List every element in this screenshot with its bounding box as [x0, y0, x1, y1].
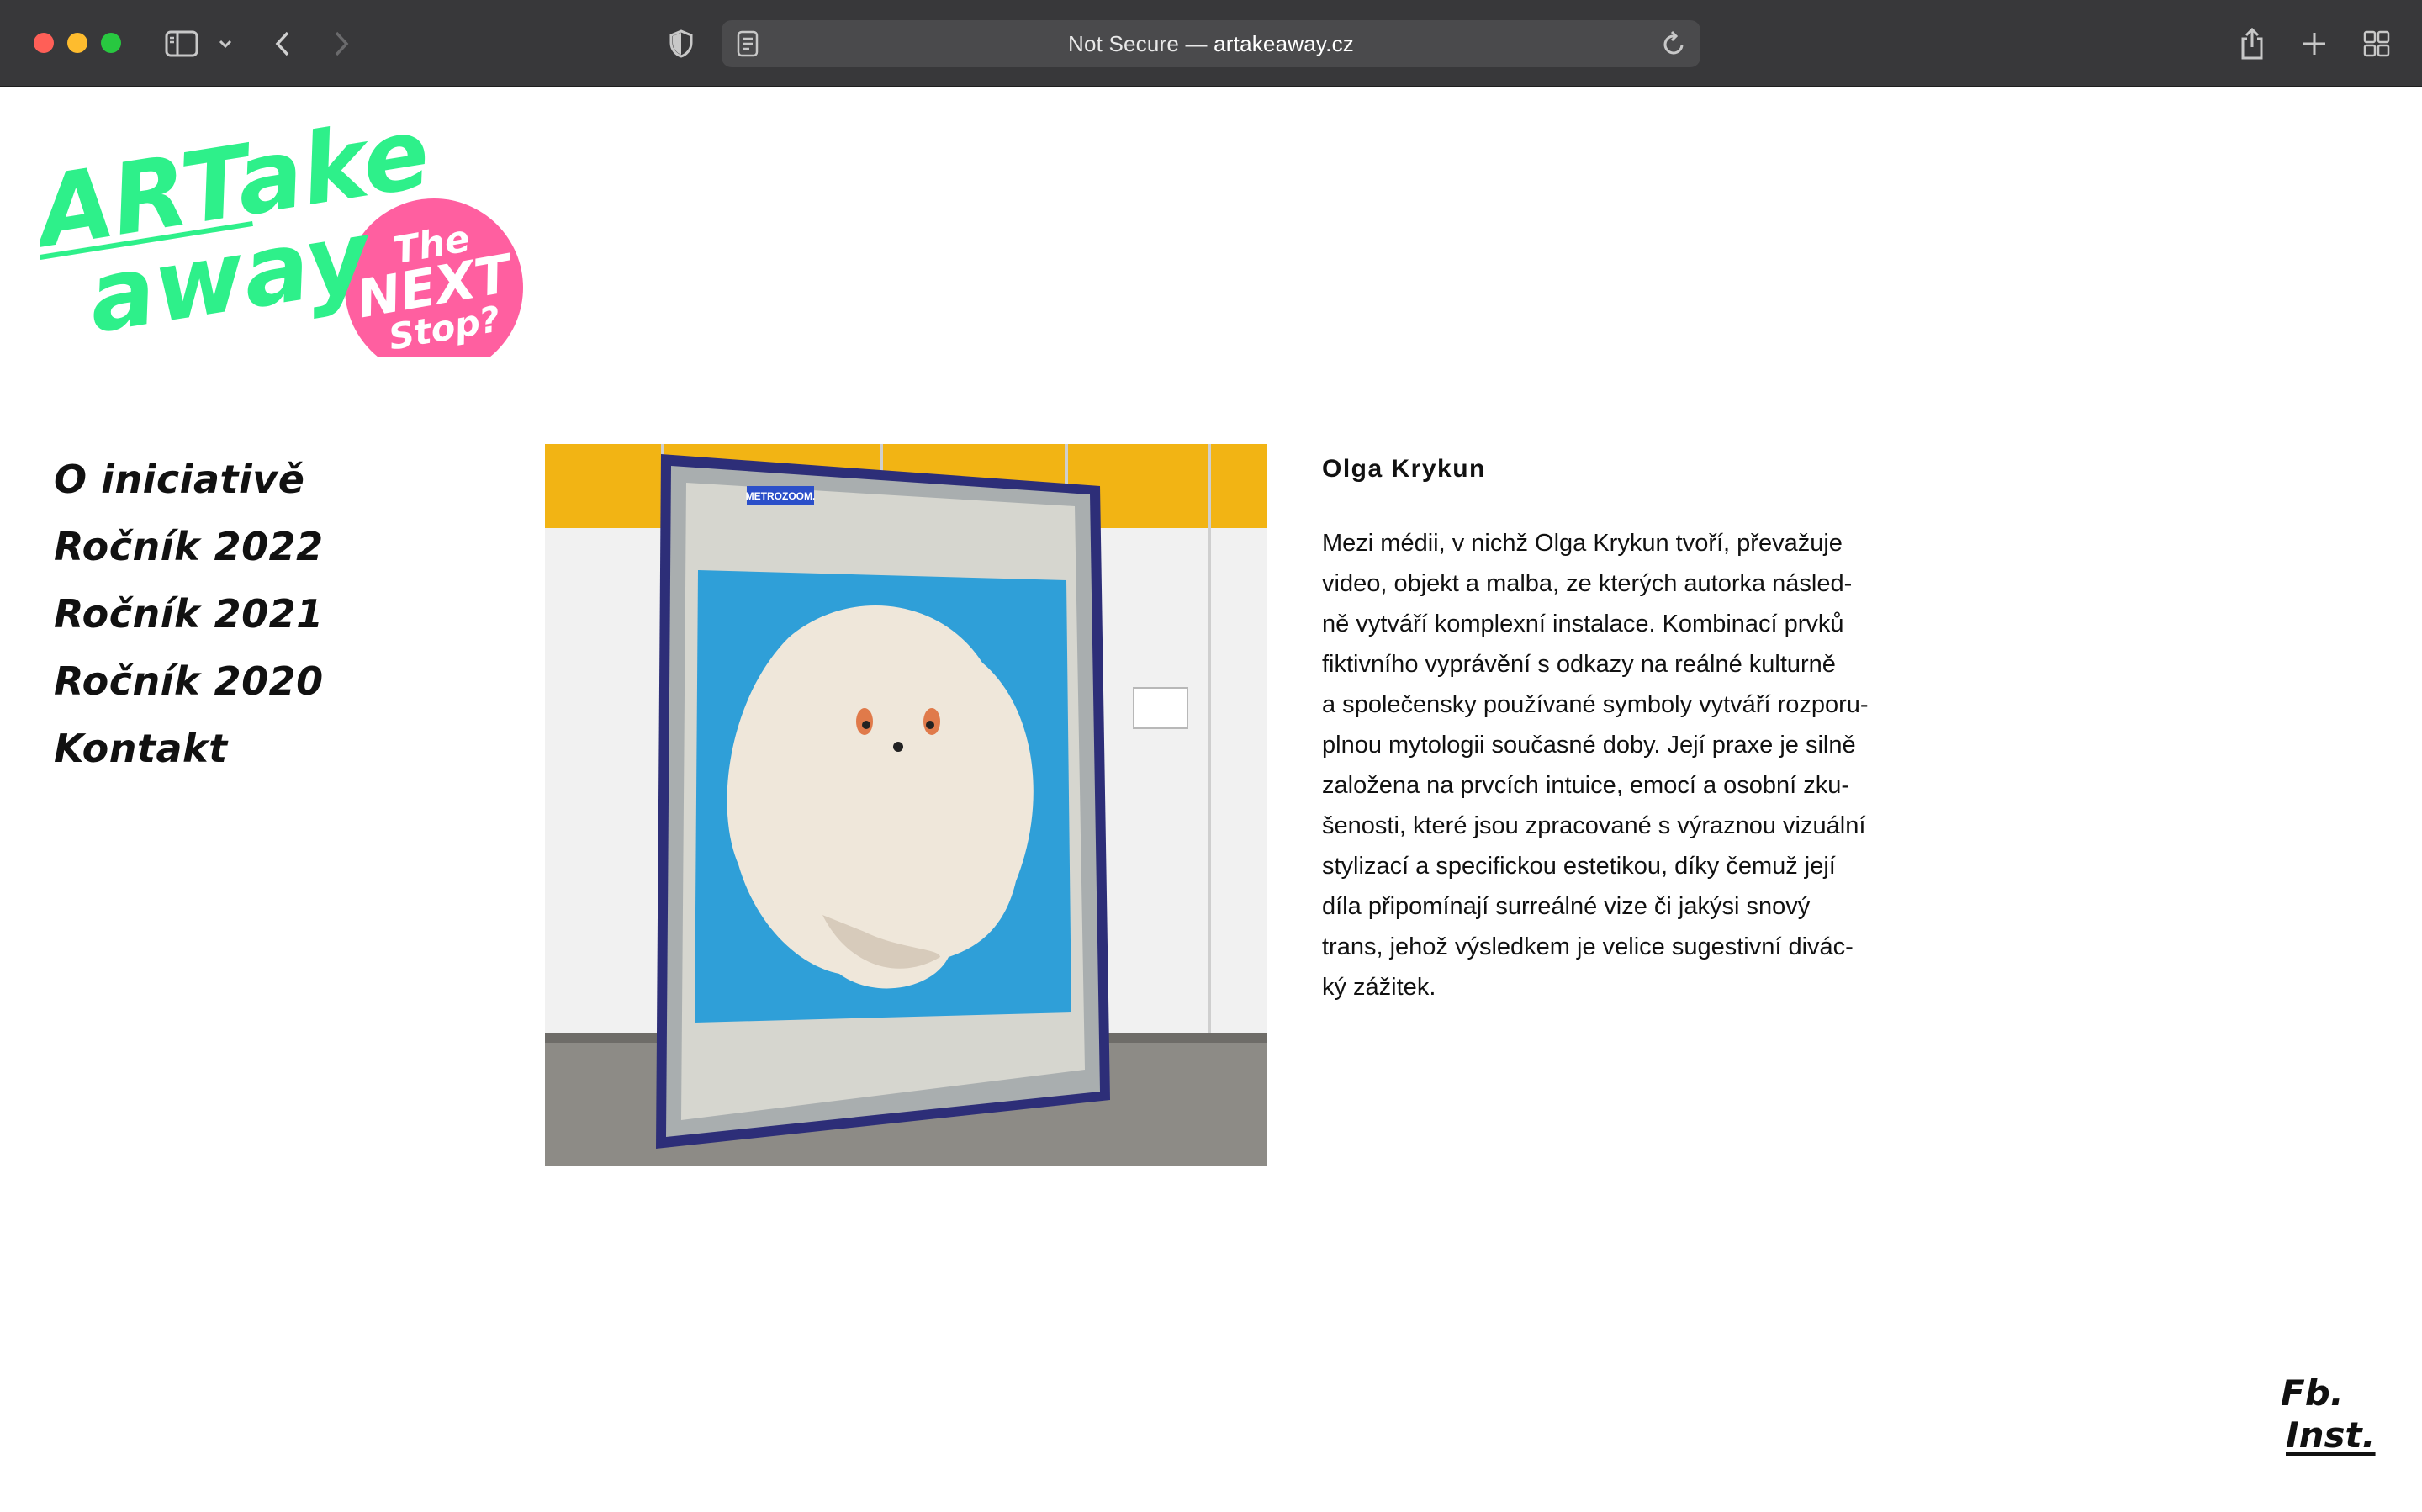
close-window-button[interactable] — [34, 33, 54, 53]
bio-line: založena na prvcích intuice, emocí a oso… — [1322, 772, 1850, 799]
reader-mode-icon[interactable] — [737, 30, 759, 61]
new-tab-icon[interactable] — [2298, 24, 2331, 64]
artakeaway-logo[interactable]: ARTake away The NEXT Stop? — [40, 121, 528, 357]
forward-icon[interactable] — [326, 24, 357, 64]
tab-overview-icon[interactable] — [2360, 24, 2393, 64]
bio-line: fiktivního vyprávění s odkazy na reálné … — [1322, 651, 1836, 678]
bio-line: šenosti, které jsou zpracované s výrazno… — [1322, 812, 1866, 839]
reload-icon[interactable] — [1662, 30, 1687, 61]
nav-item-o-iniciative[interactable]: O iniciativě — [54, 446, 324, 513]
sidebar-toggle-icon[interactable] — [161, 24, 202, 64]
url-host: artakeaway.cz — [1214, 30, 1354, 56]
nav-item-rocnik-2022[interactable]: Ročník 2022 — [54, 513, 324, 580]
facebook-link[interactable]: Fb. — [2281, 1372, 2382, 1414]
minimize-window-button[interactable] — [67, 33, 87, 53]
privacy-shield-icon[interactable] — [664, 24, 698, 64]
instagram-link[interactable]: Inst. — [2286, 1414, 2382, 1456]
share-icon[interactable] — [2235, 24, 2269, 64]
nav-item-rocnik-2020[interactable]: Ročník 2020 — [54, 648, 324, 715]
artist-article: Olga Krykun Mezi médii, v nichž Olga Kry… — [1322, 446, 1911, 1007]
back-icon[interactable] — [267, 24, 298, 64]
bio-line: díla připomínají surreálné vize či jakýs… — [1322, 893, 1811, 920]
bio-line: trans, jehož výsledkem je velice sugesti… — [1322, 933, 1854, 960]
url-text: Not Secure — artakeaway.cz — [1068, 31, 1354, 57]
chevron-down-icon[interactable] — [215, 24, 235, 64]
artist-name: Olga Krykun — [1322, 455, 1486, 483]
social-links: Fb. Inst. — [2281, 1372, 2382, 1456]
artist-bio: Mezi médii, v nichž Olga Krykun tvoří, p… — [1322, 523, 1911, 1007]
bio-line: video, objekt a malba, ze kterých autork… — [1322, 570, 1853, 597]
page-content: ARTake away The NEXT Stop? O iniciativě … — [0, 89, 2422, 1512]
bio-line: stylizací a specifickou estetikou, díky … — [1322, 853, 1836, 880]
artwork-photo[interactable]: METROZOOM. — [545, 444, 1267, 1166]
nav-item-kontakt[interactable]: Kontakt — [54, 715, 324, 782]
bio-line: ně vytváří komplexní instalace. Kombinac… — [1322, 611, 1844, 637]
url-security-prefix: Not Secure — — [1068, 30, 1214, 56]
address-bar[interactable]: Not Secure — artakeaway.cz — [722, 20, 1700, 67]
main-navigation: O iniciativě Ročník 2022 Ročník 2021 Roč… — [54, 446, 324, 782]
nav-item-rocnik-2021[interactable]: Ročník 2021 — [54, 580, 324, 648]
poster-tag: METROZOOM. — [746, 490, 816, 502]
bio-line: ký zážitek. — [1322, 974, 1436, 1001]
bio-line: plnou mytologii současné doby. Její prax… — [1322, 732, 1856, 759]
browser-toolbar: Not Secure — artakeaway.cz — [0, 0, 2422, 87]
bio-line: Mezi médii, v nichž Olga Krykun tvoří, p… — [1322, 530, 1843, 557]
bio-line: a společensky používané symboly vytváří … — [1322, 691, 1869, 718]
maximize-window-button[interactable] — [101, 33, 121, 53]
